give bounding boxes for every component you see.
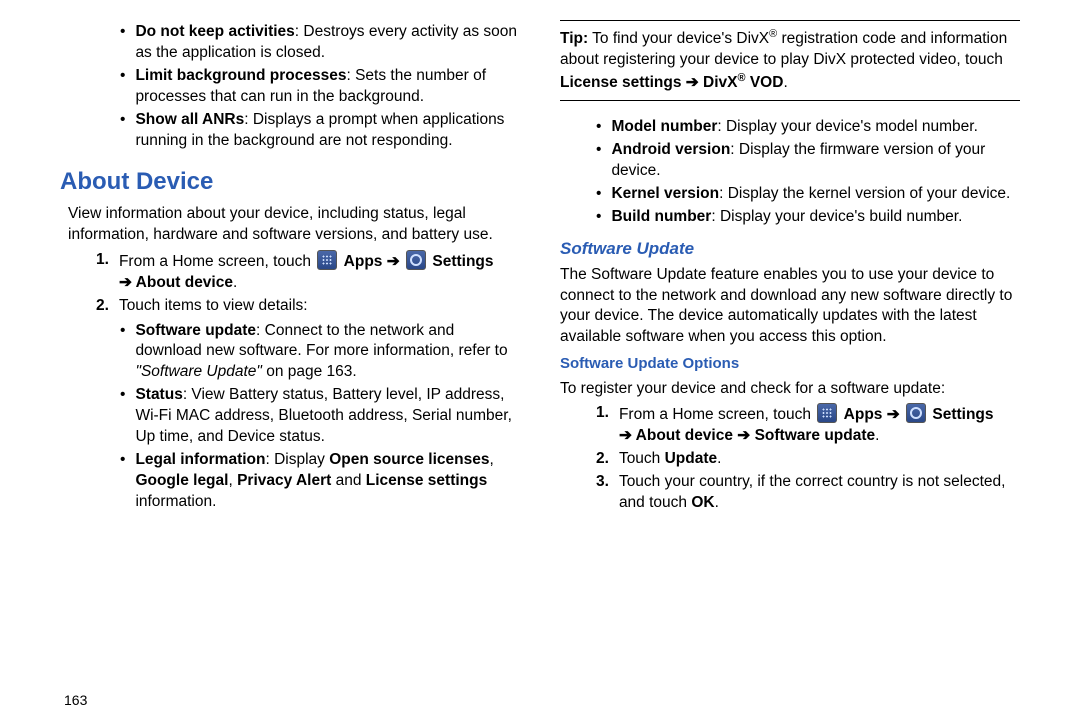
software-update-steps: 1. From a Home screen, touch Apps ➔ Sett… <box>560 401 1020 516</box>
bullet-limit-bg: • Limit background processes: Sets the n… <box>120 66 520 108</box>
bullet-do-not-keep: • Do not keep activities: Destroys every… <box>120 22 520 64</box>
dev-options-bullets: • Do not keep activities: Destroys every… <box>60 20 520 154</box>
heading-software-update-options: Software Update Options <box>560 354 1020 374</box>
about-device-bullets-right: • Model number: Display your device's mo… <box>560 115 1020 230</box>
bullet-build-number: • Build number: Display your device's bu… <box>596 207 1020 228</box>
su-step-2: 2. Touch Update. <box>596 449 1020 470</box>
bullet-kernel-version: • Kernel version: Display the kernel ver… <box>596 184 1020 205</box>
apps-icon <box>317 250 337 270</box>
heading-software-update: Software Update <box>560 238 1020 261</box>
tip-box: Tip: To find your device's DivX® registr… <box>560 20 1020 101</box>
about-device-intro: View information about your device, incl… <box>60 204 520 246</box>
su-step-1: 1. From a Home screen, touch Apps ➔ Sett… <box>596 403 1020 447</box>
page-number: 163 <box>60 691 520 710</box>
bullet-software-update: • Software update: Connect to the networ… <box>120 321 520 384</box>
right-column: Tip: To find your device's DivX® registr… <box>560 20 1020 710</box>
about-device-details: • Software update: Connect to the networ… <box>60 319 520 515</box>
left-column: • Do not keep activities: Destroys every… <box>60 20 520 710</box>
step-1: 1. From a Home screen, touch Apps ➔ Sett… <box>96 250 520 294</box>
apps-icon <box>817 403 837 423</box>
settings-icon <box>406 250 426 270</box>
about-device-steps: 1. From a Home screen, touch Apps ➔ Sett… <box>60 248 520 319</box>
bullet-legal-info: • Legal information: Display Open source… <box>120 450 520 513</box>
su-step-3: 3. Touch your country, if the correct co… <box>596 472 1020 514</box>
step-2: 2. Touch items to view details: <box>96 296 520 317</box>
software-update-para: The Software Update feature enables you … <box>560 265 1020 349</box>
bullet-show-anrs: • Show all ANRs: Displays a prompt when … <box>120 110 520 152</box>
heading-about-device: About Device <box>60 166 520 198</box>
bullet-android-version: • Android version: Display the firmware … <box>596 140 1020 182</box>
settings-icon <box>906 403 926 423</box>
manual-page: • Do not keep activities: Destroys every… <box>0 0 1080 720</box>
bullet-status: • Status: View Battery status, Battery l… <box>120 385 520 448</box>
register-intro: To register your device and check for a … <box>560 379 1020 400</box>
bullet-model-number: • Model number: Display your device's mo… <box>596 117 1020 138</box>
